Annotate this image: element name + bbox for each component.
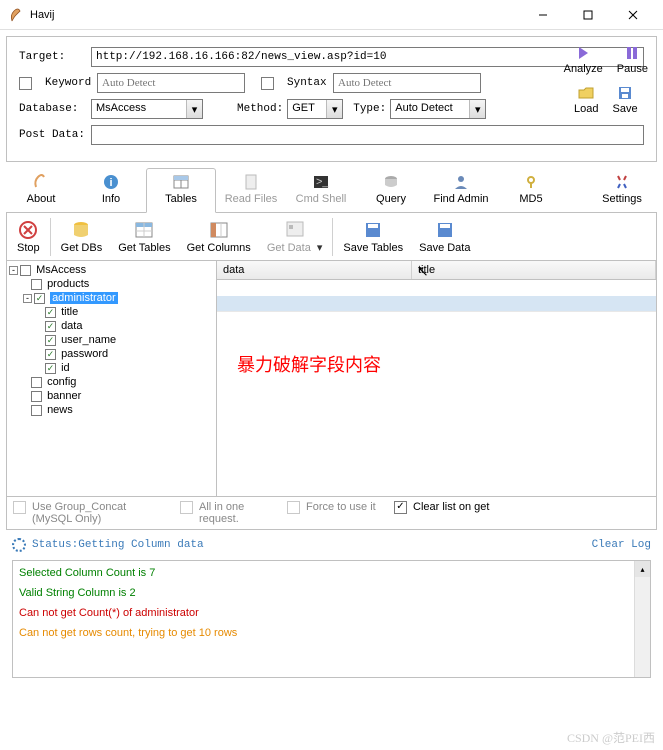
options-row: Use Group_Concat (MySQL Only) All in one… [6, 497, 657, 530]
spinner-icon [12, 538, 26, 552]
chevron-down-icon: ▾ [317, 241, 323, 254]
chevron-down-icon: ▾ [326, 100, 342, 118]
keyword-input[interactable] [97, 73, 245, 93]
groupconcat-checkbox [13, 501, 26, 514]
force-checkbox [287, 501, 300, 514]
log-panel: Selected Column Count is 7 Valid String C… [12, 560, 651, 678]
method-dropdown[interactable]: GET ▾ [287, 99, 343, 119]
keyword-label: Keyword [45, 77, 93, 89]
tree-view[interactable]: - MsAccess products - administrator titl… [7, 261, 217, 496]
clearlist-checkbox[interactable] [394, 501, 407, 514]
method-label: Method: [237, 103, 283, 115]
tab-readfiles[interactable]: Read Files [216, 168, 286, 212]
log-line: Selected Column Count is 7 [19, 567, 644, 579]
tab-about[interactable]: About [6, 168, 76, 212]
svg-text:i: i [109, 177, 112, 189]
close-button[interactable] [610, 1, 655, 29]
syntax-label: Syntax [287, 77, 329, 89]
allone-checkbox [180, 501, 193, 514]
annotation-text: 暴力破解字段内容 [237, 351, 381, 377]
tab-bar: About iInfo Tables Read Files >_Cmd Shel… [6, 168, 657, 213]
chevron-down-icon: ▾ [186, 100, 202, 118]
chevron-down-icon: ▾ [469, 100, 485, 118]
tab-settings[interactable]: Settings [587, 168, 657, 212]
tab-query[interactable]: Query [356, 168, 426, 212]
analyze-button[interactable]: Analyze [564, 45, 603, 75]
window-title: Havij [30, 9, 520, 21]
log-line: Valid String Column is 2 [19, 587, 644, 599]
titlebar: Havij [0, 0, 663, 30]
keyword-checkbox[interactable] [19, 77, 32, 90]
scroll-up-icon[interactable]: ▴ [635, 561, 650, 577]
getdbs-button[interactable]: Get DBs [53, 218, 111, 256]
target-panel: Target: Keyword Syntax Database: MsAcces… [6, 36, 657, 162]
syntax-checkbox[interactable] [261, 77, 274, 90]
type-dropdown[interactable]: Auto Detect ▾ [390, 99, 486, 119]
minimize-button[interactable] [520, 1, 565, 29]
database-label: Database: [19, 103, 87, 115]
tab-md5[interactable]: MD5 [496, 168, 566, 212]
cursor-icon: ↖ [417, 263, 429, 280]
svg-text:>_: >_ [316, 176, 329, 188]
tab-tables[interactable]: Tables [146, 168, 216, 213]
syntax-input[interactable] [333, 73, 481, 93]
target-label: Target: [19, 51, 87, 63]
grid-row [217, 296, 656, 312]
scrollbar[interactable]: ▴ [634, 561, 650, 677]
maximize-button[interactable] [565, 1, 610, 29]
tab-findadmin[interactable]: Find Admin [426, 168, 496, 212]
database-dropdown[interactable]: MsAccess ▾ [91, 99, 203, 119]
log-line: Can not get rows count, trying to get 10… [19, 627, 644, 639]
action-toolbar: Stop Get DBs Get Tables Get Columns Get … [6, 213, 657, 261]
log-line: Can not get Count(*) of administrator [19, 607, 644, 619]
type-label: Type: [353, 103, 386, 115]
load-button[interactable]: Load [574, 85, 598, 115]
clearlog-link[interactable]: Clear Log [592, 539, 651, 551]
savedata-button[interactable]: Save Data [411, 218, 478, 256]
status-label: Status: [32, 539, 78, 551]
target-input[interactable] [91, 47, 644, 67]
postdata-label: Post Data: [19, 129, 87, 141]
gettables-button[interactable]: Get Tables [110, 218, 178, 256]
grid-col-title[interactable]: title [412, 261, 656, 279]
tree-node-administrator: administrator [50, 292, 118, 304]
stop-button[interactable]: Stop [9, 218, 48, 256]
status-text: Getting Column data [78, 539, 203, 551]
postdata-input[interactable] [91, 125, 644, 145]
savetables-button[interactable]: Save Tables [335, 218, 411, 256]
tab-cmdshell[interactable]: >_Cmd Shell [286, 168, 356, 212]
pause-button[interactable]: Pause [617, 45, 648, 75]
getcolumns-button[interactable]: Get Columns [179, 218, 259, 256]
grid-col-data[interactable]: data [217, 261, 412, 279]
getdata-button[interactable]: Get Data ▾ [259, 217, 331, 256]
save-button[interactable]: Save [613, 85, 638, 115]
status-bar: Status: Getting Column data Clear Log [6, 530, 657, 560]
tab-info[interactable]: iInfo [76, 168, 146, 212]
watermark: CSDN @范PEI西 [567, 729, 655, 746]
data-grid[interactable]: data title ↖ 暴力破解字段内容 [217, 261, 656, 496]
app-icon [8, 7, 24, 23]
